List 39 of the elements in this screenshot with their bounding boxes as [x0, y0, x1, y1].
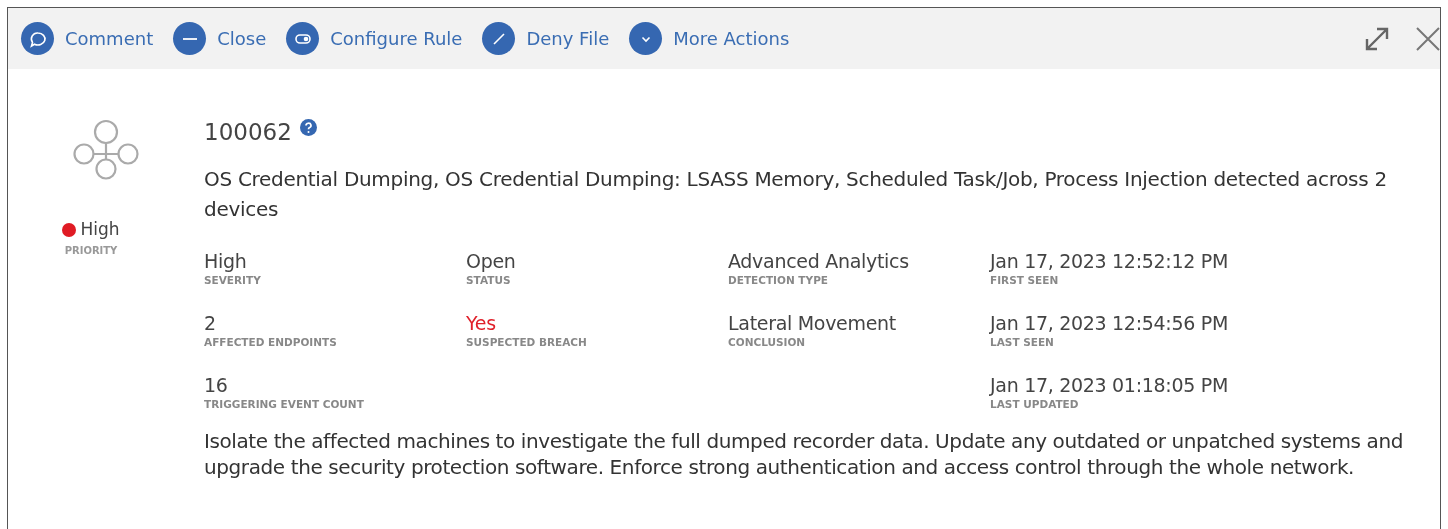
field-label: LAST UPDATED	[990, 397, 1080, 410]
field-value: 16	[204, 372, 229, 398]
description-text: OS Credential Dumping, OS Credential Dumping: LSASS Memory, Scheduled Task/Job, Process Injection detected across 2 devices	[204, 165, 1388, 223]
action-button[interactable]: More Actions	[629, 22, 790, 55]
field-label: LAST SEEN	[990, 335, 1055, 348]
field-value: High	[204, 248, 248, 274]
field-label: SEVERITY	[204, 273, 262, 286]
field-value: Open	[466, 248, 517, 274]
close-icon[interactable]	[1416, 26, 1440, 51]
priority-value: High	[80, 218, 120, 241]
field-label: CONCLUSION	[728, 335, 807, 348]
field-value: Jan 17, 2023 12:54:56 PM	[990, 310, 1229, 336]
toggle-icon	[286, 22, 320, 55]
recommendation-text: Isolate the affected machines to investigate the full dumped recorder data. Update any outdated or unpatched systems and upgrade the security protection software. Enforce strong authentication and access control through the whole network.	[204, 427, 1405, 480]
field-label: SUSPECTED BREACH	[466, 335, 588, 348]
speech-bubble-icon	[21, 22, 54, 55]
action-button[interactable]: Comment	[21, 22, 154, 55]
field-label: DETECTION TYPE	[728, 273, 829, 286]
field-value: Yes	[466, 310, 497, 336]
slash-icon	[482, 22, 516, 55]
action-button[interactable]: Configure Rule	[286, 22, 463, 55]
action-button[interactable]: Deny File	[482, 22, 610, 55]
minus-icon	[173, 22, 207, 55]
field-value: Advanced Analytics	[728, 248, 910, 274]
field-value: 2	[204, 310, 217, 336]
network-icon	[73, 119, 139, 181]
field-label: TRIGGERING EVENT COUNT	[204, 397, 365, 410]
field-label: AFFECTED ENDPOINTS	[204, 335, 338, 348]
incident-id: 100062	[204, 118, 292, 147]
action-button[interactable]: Close	[173, 22, 267, 55]
field-label: FIRST SEEN	[990, 273, 1060, 286]
field-value: Jan 17, 2023 01:18:05 PM	[990, 372, 1229, 398]
priority-label: PRIORITY	[64, 243, 118, 258]
field-value: Lateral Movement	[728, 310, 897, 336]
chevron-down-icon	[629, 22, 663, 55]
field-value: Jan 17, 2023 12:52:12 PM	[990, 248, 1229, 274]
expand-icon[interactable]	[1364, 25, 1390, 52]
field-label: STATUS	[466, 273, 512, 286]
help-icon[interactable]	[299, 119, 317, 136]
